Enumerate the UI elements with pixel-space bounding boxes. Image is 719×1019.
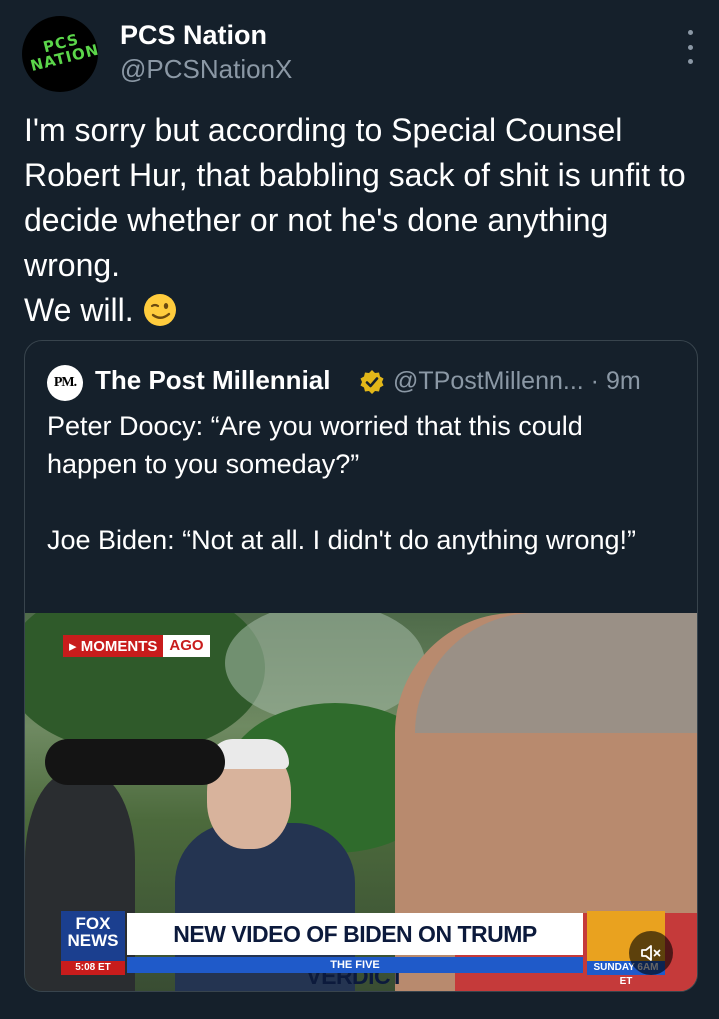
- moments-label: ▸ MOMENTS: [63, 635, 164, 657]
- more-options-icon[interactable]: [680, 30, 700, 64]
- verified-badge-icon: [359, 369, 385, 395]
- avatar-logo-text: PCS NATION: [28, 30, 98, 75]
- tweet-body: I'm sorry but according to Special Couns…: [24, 112, 686, 328]
- author-avatar[interactable]: PCS NATION: [22, 16, 98, 92]
- moments-ago-banner: ▸ MOMENTS AGO: [63, 635, 210, 657]
- ago-label: AGO: [163, 635, 210, 657]
- quoted-paragraph: Peter Doocy: “Are you worried that this …: [47, 411, 583, 479]
- microphone: [45, 739, 225, 785]
- video-player[interactable]: ▸ MOMENTS AGO FOX NEWS 5:08 ET NEW VIDEO…: [25, 613, 697, 991]
- quoted-handle[interactable]: @TPostMillenn...: [393, 367, 584, 395]
- chyron-headline: NEW VIDEO OF BIDEN ON TRUMP VERDICT: [127, 913, 583, 989]
- author-handle[interactable]: @PCSNationX: [120, 54, 292, 85]
- tweet-text: I'm sorry but according to Special Couns…: [24, 108, 694, 339]
- quoted-header: PM. The Post Millennial @TPostMillenn...…: [47, 363, 687, 401]
- network-name: FOX NEWS: [67, 914, 119, 950]
- quoted-time[interactable]: · 9m: [591, 367, 641, 395]
- winking-face-icon: [143, 293, 177, 339]
- news-chyron: FOX NEWS 5:08 ET NEW VIDEO OF BIDEN ON T…: [61, 911, 665, 989]
- quoted-tweet[interactable]: PM. The Post Millennial @TPostMillenn...…: [24, 340, 698, 992]
- network-logo: FOX NEWS 5:08 ET: [61, 911, 125, 975]
- quoted-avatar[interactable]: PM.: [47, 365, 83, 401]
- quoted-paragraph: Joe Biden: “Not at all. I didn't do anyt…: [47, 525, 636, 555]
- broadcast-clock: 5:08 ET: [61, 961, 125, 975]
- author-name[interactable]: PCS Nation: [120, 20, 267, 51]
- speaker-muted-icon[interactable]: [629, 931, 673, 975]
- quoted-text: Peter Doocy: “Are you worried that this …: [47, 407, 667, 559]
- quoted-handle-time: @TPostMillenn... · 9m: [393, 367, 641, 396]
- tweet-header: PCS NATION PCS Nation @PCSNationX: [22, 16, 702, 96]
- show-name: THE FIVE: [127, 957, 583, 973]
- quoted-author-name[interactable]: The Post Millennial: [95, 365, 330, 396]
